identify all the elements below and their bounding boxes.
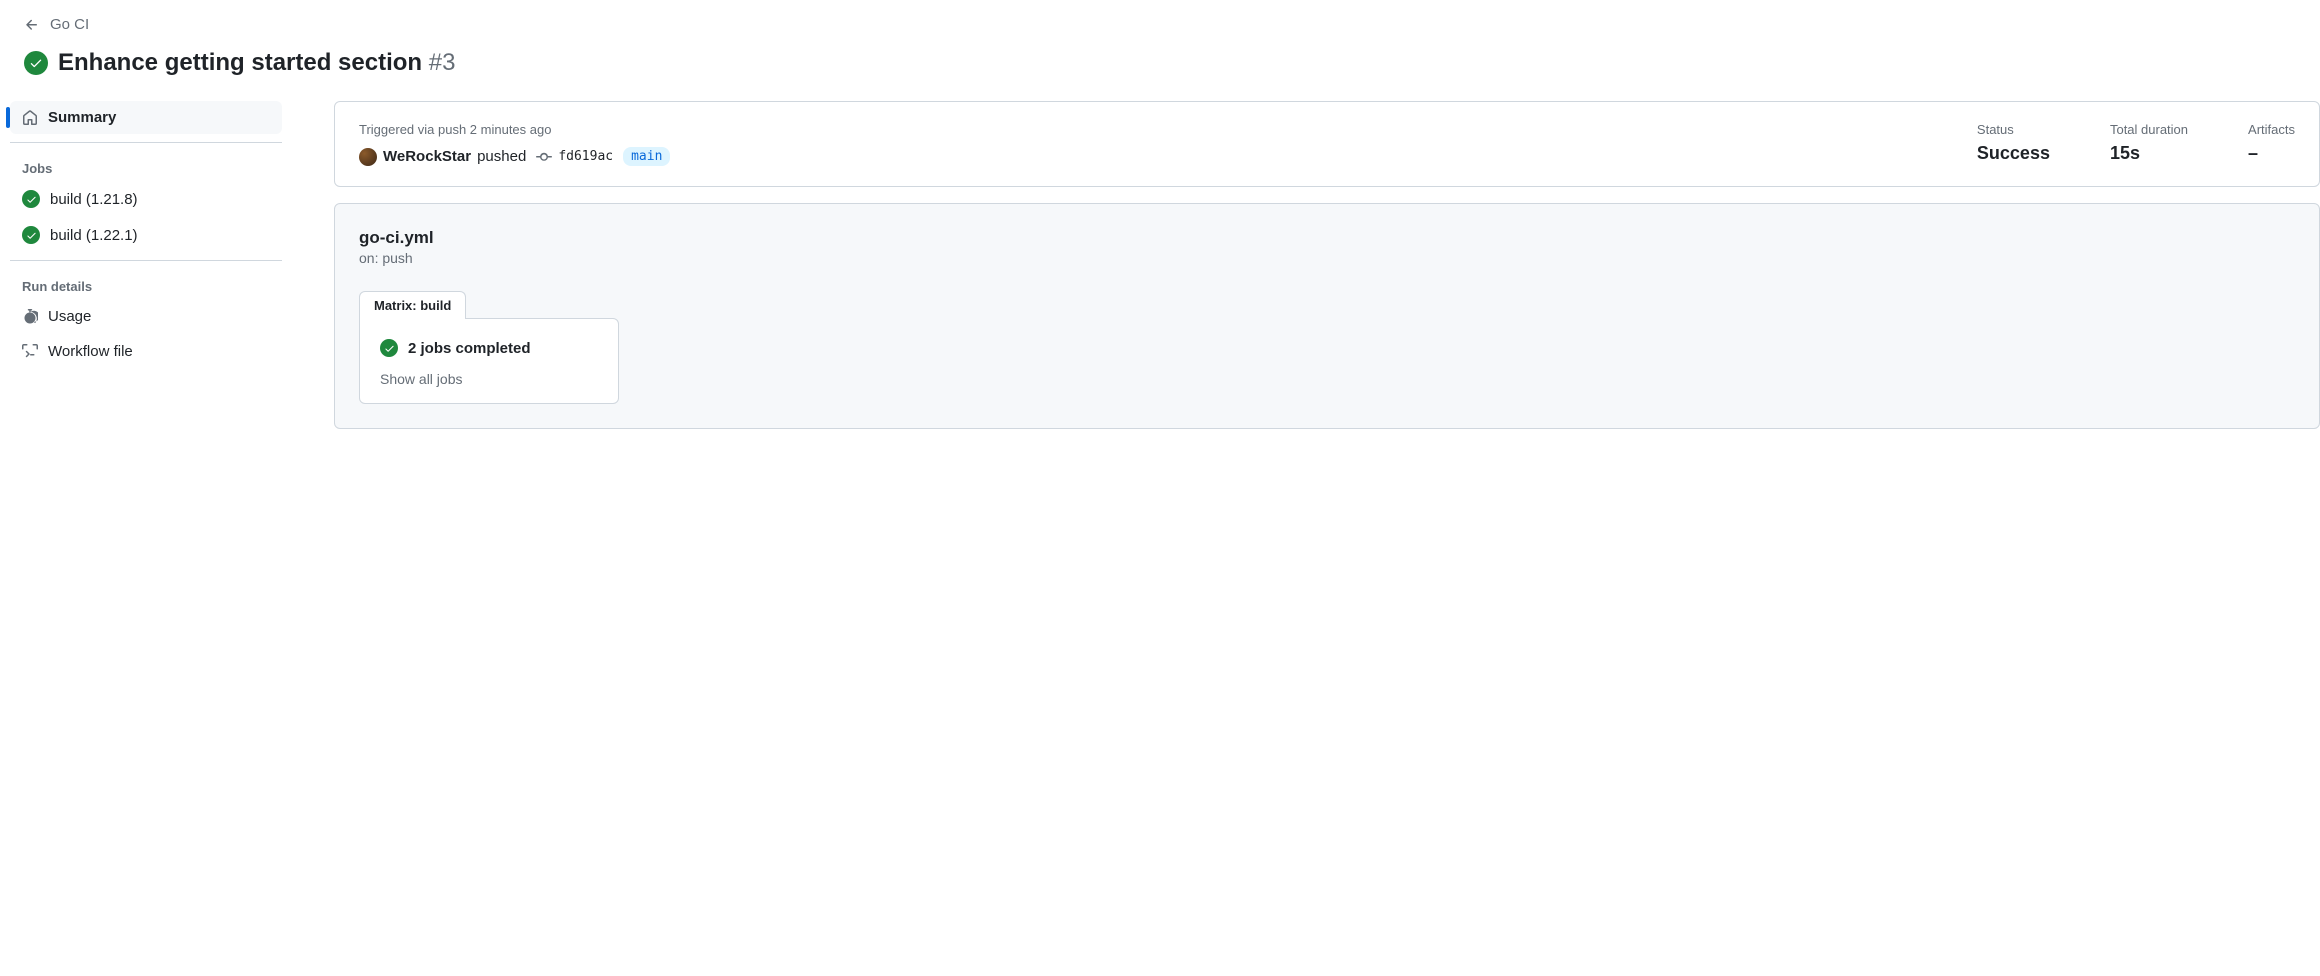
workflow-panel: go-ci.yml on: push Matrix: build 2 jobs … bbox=[334, 203, 2320, 429]
home-icon bbox=[22, 110, 38, 126]
success-check-icon bbox=[22, 226, 40, 244]
duration-value: 15s bbox=[2110, 143, 2188, 164]
matrix-card[interactable]: 2 jobs completed Show all jobs bbox=[359, 318, 619, 404]
sidebar-item-usage[interactable]: Usage bbox=[10, 300, 282, 333]
workflow-file-icon bbox=[22, 344, 38, 360]
artifacts-value: – bbox=[2248, 143, 2295, 164]
run-number: #3 bbox=[429, 49, 456, 76]
sidebar-item-summary[interactable]: Summary bbox=[10, 101, 282, 134]
commit-sha-link[interactable]: fd619ac bbox=[558, 149, 613, 164]
duration-label: Total duration bbox=[2110, 122, 2188, 137]
title-row: Enhance getting started section #3 bbox=[0, 45, 2320, 101]
show-all-jobs-link[interactable]: Show all jobs bbox=[380, 371, 598, 387]
sidebar: Summary Jobs build (1.21.8) build (1.22.… bbox=[6, 101, 286, 429]
workflow-file-label: Workflow file bbox=[48, 343, 133, 360]
run-details-heading: Run details bbox=[6, 269, 286, 300]
stopwatch-icon bbox=[22, 309, 38, 325]
success-check-icon bbox=[22, 190, 40, 208]
sidebar-item-workflow-file[interactable]: Workflow file bbox=[10, 335, 282, 368]
page-title: Enhance getting started section #3 bbox=[58, 49, 455, 77]
workflow-file-name: go-ci.yml bbox=[359, 228, 2295, 248]
sidebar-summary-label: Summary bbox=[48, 109, 116, 126]
sidebar-job-item[interactable]: build (1.21.8) bbox=[10, 182, 282, 216]
usage-label: Usage bbox=[48, 308, 91, 325]
matrix-tab[interactable]: Matrix: build bbox=[359, 291, 466, 319]
back-arrow-icon[interactable] bbox=[24, 17, 40, 33]
sidebar-job-item[interactable]: build (1.22.1) bbox=[10, 218, 282, 252]
jobs-heading: Jobs bbox=[6, 151, 286, 182]
success-check-icon bbox=[380, 339, 398, 357]
job-label: build (1.21.8) bbox=[50, 191, 138, 208]
workflow-event: on: push bbox=[359, 250, 2295, 266]
status-label: Status bbox=[1977, 122, 2050, 137]
run-title-text: Enhance getting started section bbox=[58, 49, 422, 76]
branch-tag-link[interactable]: main bbox=[623, 147, 670, 166]
completed-text: 2 jobs completed bbox=[408, 340, 531, 357]
breadcrumb-workflow[interactable]: Go CI bbox=[50, 16, 89, 33]
divider bbox=[10, 260, 282, 261]
breadcrumb: Go CI bbox=[0, 16, 2320, 45]
divider bbox=[10, 142, 282, 143]
main-content: Triggered via push 2 minutes ago WeRockS… bbox=[334, 101, 2320, 429]
trigger-label: Triggered via push 2 minutes ago bbox=[359, 122, 1917, 137]
summary-card: Triggered via push 2 minutes ago WeRockS… bbox=[334, 101, 2320, 187]
job-label: build (1.22.1) bbox=[50, 227, 138, 244]
avatar[interactable] bbox=[359, 148, 377, 166]
commit-icon bbox=[536, 149, 552, 165]
success-check-icon bbox=[24, 51, 48, 75]
artifacts-label: Artifacts bbox=[2248, 122, 2295, 137]
pushed-text: pushed bbox=[477, 148, 526, 165]
status-value: Success bbox=[1977, 143, 2050, 164]
actor-link[interactable]: WeRockStar bbox=[383, 148, 471, 165]
